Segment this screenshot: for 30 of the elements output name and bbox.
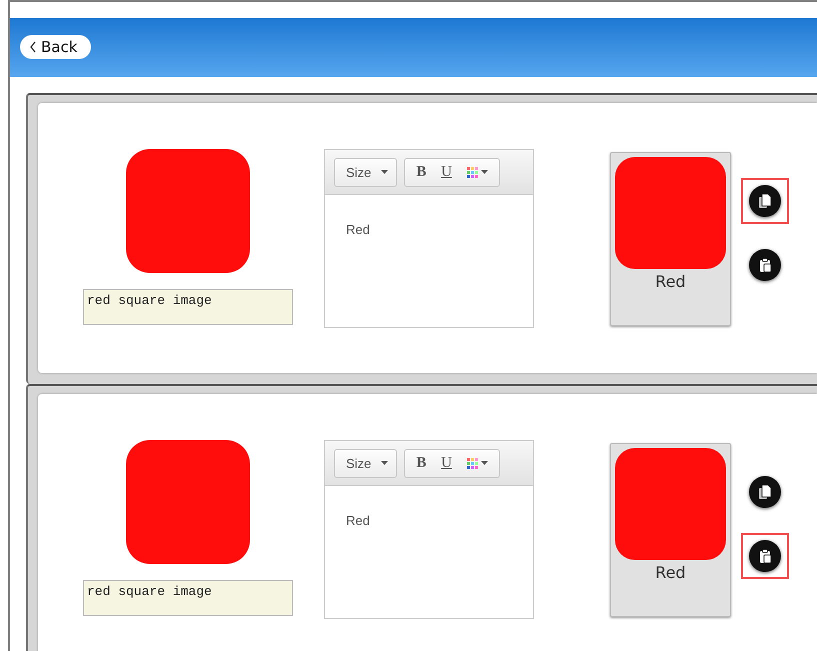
color-picker-button[interactable]	[466, 166, 488, 178]
preview-card[interactable]: Red	[610, 152, 731, 326]
preview-label: Red	[655, 272, 686, 291]
preview-label: Red	[655, 563, 686, 582]
alt-text-field[interactable]: red square image	[83, 580, 293, 616]
editor-text: Red	[346, 222, 370, 237]
alt-text-field[interactable]: red square image	[83, 289, 293, 325]
bold-button[interactable]: B	[416, 164, 426, 180]
size-dropdown[interactable]: Size	[334, 158, 397, 186]
palette-icon	[466, 458, 478, 468]
paste-icon	[757, 257, 773, 273]
editor-text: Red	[346, 513, 370, 528]
caret-icon	[381, 461, 388, 465]
preview-card[interactable]: Red	[610, 443, 731, 617]
chevron-left-icon	[30, 41, 36, 53]
paste-button[interactable]	[741, 533, 789, 579]
copy-button[interactable]	[741, 178, 789, 224]
caret-icon	[480, 170, 488, 174]
caret-icon	[381, 170, 388, 174]
copy-icon	[757, 484, 773, 500]
size-dropdown[interactable]: Size	[334, 448, 397, 478]
bold-button[interactable]: B	[416, 454, 426, 472]
caret-icon	[480, 461, 488, 465]
color-picker-button[interactable]	[466, 458, 488, 468]
palette-icon	[466, 166, 478, 178]
underline-button[interactable]: U	[441, 164, 452, 180]
copy-icon	[757, 193, 773, 209]
paste-icon	[757, 548, 773, 564]
underline-button[interactable]: U	[441, 454, 452, 472]
back-button[interactable]: Back	[20, 35, 92, 59]
